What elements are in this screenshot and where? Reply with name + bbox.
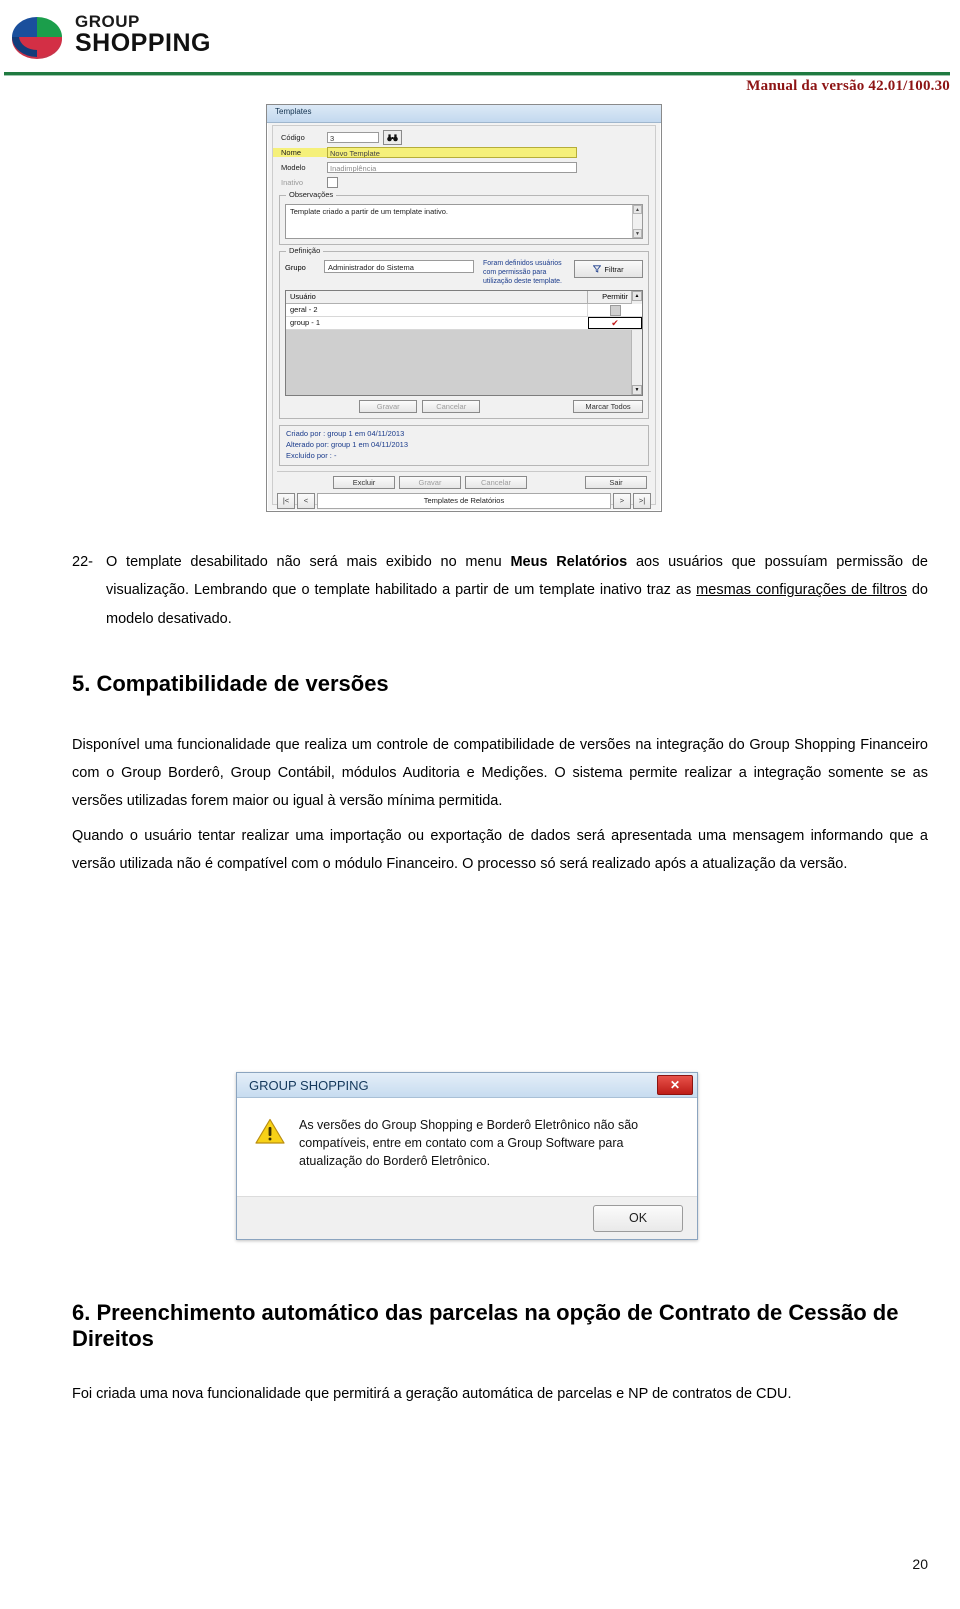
- table-empty-area: [286, 327, 632, 396]
- permission-note: Foram definidos usuários com permissão p…: [483, 260, 562, 285]
- cell-permitir[interactable]: ✔: [588, 317, 642, 330]
- observacoes-group: Observações Template criado a partir de …: [279, 190, 649, 245]
- scroll-down-icon[interactable]: ▼: [633, 229, 642, 238]
- marcar-todos-button[interactable]: Marcar Todos: [573, 400, 643, 414]
- observacoes-textarea[interactable]: Template criado a partir de um template …: [285, 204, 643, 239]
- filtrar-button[interactable]: Filtrar: [574, 260, 643, 278]
- nome-input[interactable]: Novo Template: [327, 147, 577, 158]
- item22-bold-menu: Meus Relatórios: [510, 554, 628, 570]
- next-record-icon[interactable]: >: [613, 492, 631, 509]
- prev-record-icon[interactable]: <: [297, 492, 315, 509]
- audit-criado: Criado por : group 1 em 04/11/2013: [286, 429, 405, 439]
- footer-button-row: Excluir Gravar Cancelar Sair: [277, 470, 651, 489]
- gravar-button[interactable]: Gravar: [399, 475, 461, 489]
- observacoes-legend: Observações: [286, 190, 337, 199]
- column-header-usuario: Usuário: [290, 292, 316, 302]
- document-body: 22- O template desabilitado não será mai…: [72, 548, 928, 878]
- codigo-row: Código 3: [273, 130, 655, 145]
- audit-alterado: Alterado por: group 1 em 04/11/2013: [286, 440, 409, 450]
- cell-usuario: geral - 2: [290, 305, 318, 315]
- section-5-paragraph-2: Quando o usuário tentar realizar uma imp…: [72, 827, 928, 872]
- table-header-row: Usuário Permitir: [286, 291, 642, 305]
- section-6-block: 6. Preenchimento automático das parcelas…: [72, 1300, 928, 1408]
- binoculars-icon[interactable]: [383, 130, 402, 145]
- modelo-input[interactable]: Inadimplência: [327, 162, 577, 173]
- checkbox-unchecked-icon[interactable]: [609, 304, 621, 316]
- warning-icon: [255, 1118, 285, 1145]
- item22-underline: mesmas configurações de filtros: [696, 582, 907, 599]
- table-row[interactable]: group - 1 ✔: [286, 317, 642, 331]
- scroll-up-icon[interactable]: ▲: [632, 291, 642, 302]
- scroll-up-icon[interactable]: ▲: [633, 205, 642, 214]
- modelo-row: Modelo Inadimplência: [273, 161, 655, 174]
- manual-version-label: Manual da versão 42.01/100.30: [746, 78, 950, 94]
- observacoes-scrollbar[interactable]: ▲ ▼: [632, 205, 642, 238]
- inativo-label: Inativo: [281, 178, 304, 187]
- logo-line-group: GROUP: [75, 11, 140, 31]
- definicao-legend: Definição: [286, 246, 324, 255]
- sair-button[interactable]: Sair: [585, 475, 647, 489]
- definicao-group: Definição Grupo Administrador do Sistema…: [279, 246, 649, 420]
- close-icon[interactable]: ✕: [657, 1075, 693, 1095]
- templates-window-title: Templates: [267, 105, 661, 123]
- cell-permitir[interactable]: [587, 304, 642, 317]
- codigo-label: Código: [281, 133, 305, 142]
- first-record-icon[interactable]: |<: [277, 492, 295, 509]
- logo-line-shopping: SHOPPING: [75, 28, 211, 57]
- cancelar-button-inner[interactable]: Cancelar: [422, 400, 481, 414]
- filter-icon: [593, 265, 602, 273]
- scroll-down-icon[interactable]: ▼: [632, 385, 642, 396]
- page-number: 20: [912, 1556, 928, 1572]
- gravar-button-inner[interactable]: Gravar: [359, 400, 418, 414]
- grupo-select[interactable]: Administrador do Sistema: [324, 260, 474, 273]
- section-6-paragraph-1: Foi criada uma nova funcionalidade que p…: [72, 1386, 792, 1402]
- grupo-label: Grupo: [285, 263, 306, 272]
- alert-title-text: GROUP SHOPPING: [249, 1077, 369, 1093]
- section-6-heading: 6. Preenchimento automático das parcelas…: [72, 1300, 899, 1351]
- modelo-label: Modelo: [281, 163, 306, 172]
- list-item-text: O template desabilitado não será mais ex…: [106, 548, 928, 633]
- alert-message: As versões do Group Shopping e Borderô E…: [299, 1118, 639, 1169]
- users-table: Usuário Permitir geral - 2 group - 1 ✔ ▲: [285, 290, 643, 397]
- page-header: GROUP SHOPPING Manual da versão 42.01/10…: [0, 0, 960, 94]
- cell-usuario: group - 1: [290, 318, 321, 328]
- list-item-22: 22- O template desabilitado não será mai…: [72, 548, 928, 633]
- status-label: Templates de Relatórios: [317, 492, 611, 509]
- brand-logo-text: GROUP SHOPPING: [75, 13, 211, 56]
- audit-info: Criado por : group 1 em 04/11/2013 Alter…: [279, 425, 649, 466]
- checkbox-checked-icon[interactable]: ✔: [610, 318, 620, 328]
- templates-window-body: Código 3 Nome Novo Template Modelo Inadi…: [272, 125, 656, 509]
- last-record-icon[interactable]: >|: [633, 492, 651, 509]
- item22-text-part1: O template desabilitado não será mais ex…: [106, 554, 511, 570]
- pie-chart-logo-icon: [8, 6, 66, 62]
- alert-footer: OK: [237, 1196, 697, 1239]
- inativo-row: Inativo: [273, 176, 655, 189]
- ok-button[interactable]: OK: [593, 1204, 683, 1232]
- table-row[interactable]: geral - 2: [286, 304, 642, 318]
- inativo-checkbox[interactable]: [327, 177, 338, 188]
- group-shopping-alert-dialog: GROUP SHOPPING ✕ As versões do Group Sho…: [236, 1072, 698, 1240]
- section-5-paragraph-1: Disponível uma funcionalidade que realiz…: [72, 736, 928, 810]
- section-5-heading: 5. Compatibilidade de versões: [72, 670, 389, 696]
- excluir-button[interactable]: Excluir: [333, 475, 395, 489]
- filtrar-label: Filtrar: [604, 264, 624, 274]
- list-item-number: 22-: [72, 554, 93, 570]
- alert-titlebar: GROUP SHOPPING ✕: [237, 1073, 697, 1098]
- inner-button-row: Gravar Cancelar Marcar Todos: [285, 400, 643, 414]
- nome-row: Nome Novo Template: [273, 146, 655, 159]
- cancelar-button[interactable]: Cancelar: [465, 475, 527, 489]
- templates-window-screenshot: Templates Código 3 Nome Novo Template Mo…: [266, 104, 662, 512]
- observacoes-text: Template criado a partir de um template …: [290, 207, 448, 216]
- alert-body: As versões do Group Shopping e Borderô E…: [237, 1098, 697, 1196]
- record-navigation-bar: |< < Templates de Relatórios > >|: [277, 492, 651, 509]
- brand-logo: GROUP SHOPPING: [8, 6, 211, 62]
- codigo-input[interactable]: 3: [327, 132, 379, 143]
- audit-excluido: Excluído por : -: [286, 451, 337, 460]
- grupo-row: Grupo Administrador do Sistema Foram def…: [285, 260, 643, 286]
- header-divider-shadow: [4, 75, 950, 76]
- nome-label: Nome: [273, 148, 327, 157]
